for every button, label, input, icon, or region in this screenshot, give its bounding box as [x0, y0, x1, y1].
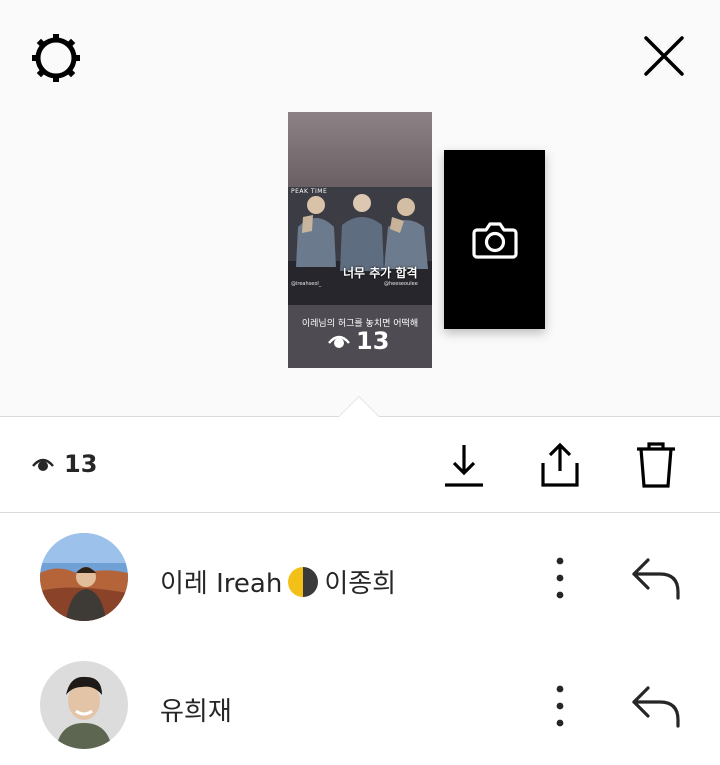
video-handle-right: @heeseoulee — [384, 281, 418, 287]
share-icon — [541, 442, 579, 487]
more-options-button[interactable] — [540, 549, 580, 607]
more-vertical-icon — [556, 557, 564, 599]
thumbnail-view-count: 13 — [328, 326, 389, 356]
view-count-value: 13 — [64, 450, 98, 478]
viewer-name: 유희재 — [160, 691, 232, 728]
reply-icon — [632, 686, 680, 728]
viewer-name-text: 이레 Ireah — [160, 569, 283, 599]
more-vertical-icon — [556, 685, 564, 727]
delete-button[interactable] — [632, 439, 680, 491]
camera-icon — [471, 221, 518, 259]
more-options-button[interactable] — [540, 677, 580, 735]
add-story-camera-card[interactable] — [444, 150, 545, 329]
video-caption: 너무 추가 합격 — [343, 266, 418, 280]
viewer-name: 이레 Ireah 이종희 — [160, 563, 396, 600]
selection-pointer-fill — [339, 397, 379, 417]
viewer-name-text: 유희재 — [160, 697, 232, 727]
thumbnail-backdrop — [288, 112, 432, 187]
close-button[interactable] — [640, 32, 688, 80]
avatar[interactable] — [40, 533, 128, 621]
trash-icon — [637, 442, 675, 488]
eye-icon — [328, 335, 350, 348]
story-preview-area: PEAK TIME 너무 추가 합격 @ireahseol_ @heeseoul… — [0, 0, 720, 417]
download-button[interactable] — [440, 439, 488, 491]
viewer-name-korean: 이종희 — [324, 569, 397, 599]
reply-button[interactable] — [630, 684, 682, 728]
viewer-row[interactable]: 유희재 — [0, 649, 720, 749]
share-button[interactable] — [536, 439, 584, 491]
show-logo: PEAK TIME — [291, 188, 328, 195]
viewer-row[interactable]: 이레 Ireah 이종희 — [0, 521, 720, 621]
eye-icon — [32, 458, 54, 471]
settings-gear-icon — [32, 34, 80, 82]
reply-icon — [632, 558, 680, 600]
view-count[interactable]: 13 — [32, 449, 97, 479]
thumbnail-view-count-value: 13 — [356, 327, 390, 355]
avatar[interactable] — [40, 661, 128, 749]
download-icon — [445, 445, 483, 487]
reply-button[interactable] — [630, 556, 682, 600]
thumbnail-video-frame: PEAK TIME 너무 추가 합격 @ireahseol_ @heeseoul… — [288, 187, 432, 305]
settings-button[interactable] — [30, 32, 82, 84]
story-action-bar: 13 — [0, 417, 720, 513]
close-x-icon — [644, 36, 684, 76]
first-quarter-moon-emoji — [288, 566, 319, 597]
video-handle-left: @ireahseol_ — [291, 281, 322, 287]
story-thumbnail[interactable]: PEAK TIME 너무 추가 합격 @ireahseol_ @heeseoul… — [288, 112, 432, 368]
